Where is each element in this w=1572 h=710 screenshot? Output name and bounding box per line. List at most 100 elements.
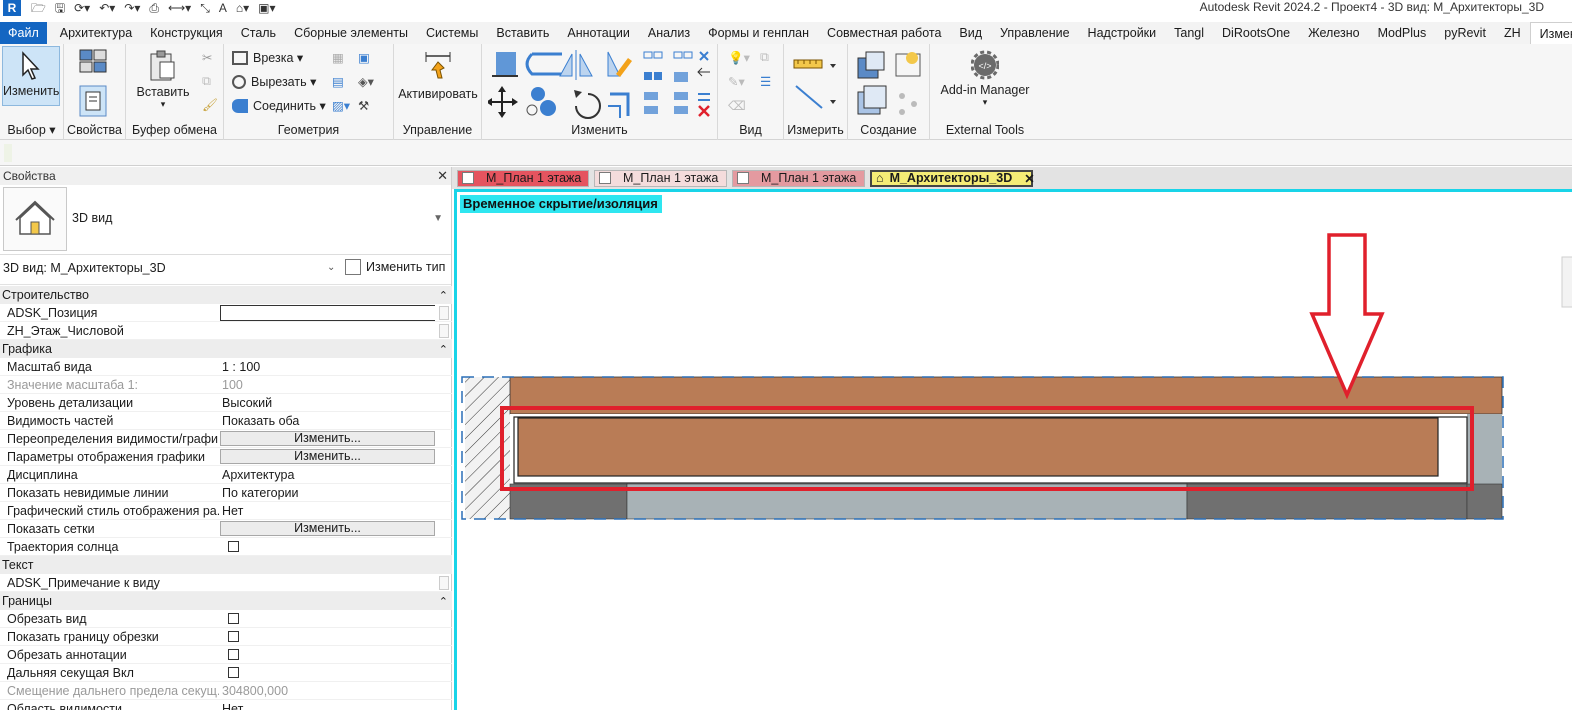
paste-button[interactable]: Вставить ▾ bbox=[132, 50, 194, 110]
measure-icon[interactable]: ⟷▾ bbox=[168, 1, 191, 15]
property-value[interactable]: Нет bbox=[219, 700, 435, 710]
select-panel-label[interactable]: Выбор ▾ bbox=[0, 122, 63, 137]
close-tab-icon[interactable]: ✕ bbox=[1024, 171, 1034, 186]
collapse-icon[interactable]: ⌃ bbox=[439, 289, 448, 302]
print-icon[interactable]: ⎙ bbox=[149, 1, 159, 15]
ribbon-tab[interactable]: Изменить bbox=[1529, 22, 1572, 44]
field-edit-handle[interactable] bbox=[439, 575, 449, 590]
property-section-header[interactable]: Текст bbox=[0, 556, 452, 574]
edit-button[interactable]: Изменить... bbox=[220, 520, 435, 536]
property-value[interactable]: По категории bbox=[219, 484, 435, 502]
ribbon-tab[interactable]: Вставить bbox=[487, 22, 558, 44]
instance-selector[interactable]: 3D вид: М_Архитекторы_3D bbox=[3, 261, 166, 275]
linework-icon[interactable]: ☰ bbox=[760, 74, 771, 89]
join-button[interactable]: Соединить ▾ bbox=[232, 98, 326, 113]
ribbon-tab[interactable]: Системы bbox=[417, 22, 487, 44]
ribbon-tab[interactable]: Надстройки bbox=[1079, 22, 1166, 44]
view-tab-plan-2[interactable]: М_План 1 этажа bbox=[594, 169, 727, 187]
property-section-header[interactable]: Графика ⌃ bbox=[0, 340, 452, 358]
ribbon-tab[interactable]: Вид bbox=[950, 22, 991, 44]
property-value[interactable]: Высокий bbox=[219, 394, 435, 412]
checkbox[interactable] bbox=[228, 631, 239, 642]
ribbon-tab[interactable]: Архитектура bbox=[51, 22, 141, 44]
copy-icon[interactable]: ⧉ bbox=[202, 74, 211, 89]
property-value[interactable] bbox=[219, 574, 435, 592]
split-face-icon[interactable]: ▣ bbox=[358, 50, 370, 65]
ribbon-tab[interactable]: ZH bbox=[1495, 22, 1530, 44]
match-properties-icon[interactable]: 🖌 bbox=[202, 98, 218, 113]
eraser-icon[interactable]: ⌫ bbox=[728, 98, 746, 113]
property-section-header[interactable]: Границы ⌃ bbox=[0, 592, 452, 610]
property-value[interactable]: 100 bbox=[219, 376, 435, 394]
create-icons[interactable] bbox=[854, 48, 926, 120]
ribbon-tab[interactable]: Аннотации bbox=[558, 22, 638, 44]
edit-type-button[interactable]: Изменить тип bbox=[345, 259, 445, 275]
checkbox[interactable] bbox=[228, 541, 239, 552]
collapse-icon[interactable]: ⌃ bbox=[439, 343, 448, 356]
property-value[interactable] bbox=[219, 322, 435, 340]
ribbon-tab[interactable]: Анализ bbox=[639, 22, 699, 44]
view-tab-plan-3[interactable]: М_План 1 этажа bbox=[732, 169, 865, 187]
field-edit-handle[interactable] bbox=[439, 323, 449, 338]
property-value[interactable]: Показать оба bbox=[219, 412, 435, 430]
view-tab-3d-active[interactable]: ⌂ М_Архитекторы_3D ✕ bbox=[870, 169, 1035, 187]
properties-icon[interactable] bbox=[76, 48, 112, 120]
hammer-icon[interactable]: ⚒ bbox=[358, 98, 369, 113]
modify-button[interactable]: Изменить bbox=[2, 46, 60, 106]
ribbon-tab[interactable]: ModPlus bbox=[1369, 22, 1436, 44]
folder-open-icon[interactable]: 🗁 bbox=[31, 1, 46, 15]
save-icon[interactable]: 🖫 bbox=[55, 1, 65, 15]
sync-icon[interactable]: ⟳▾ bbox=[74, 1, 90, 15]
ribbon-tab[interactable]: DiRootsOne bbox=[1213, 22, 1299, 44]
text-icon[interactable]: A bbox=[219, 1, 227, 15]
edit-button[interactable]: Изменить... bbox=[220, 430, 435, 446]
ribbon-tab[interactable]: Формы и генплан bbox=[699, 22, 818, 44]
property-value[interactable]: 304800,000 bbox=[219, 682, 435, 700]
switch-windows-icon[interactable]: ▣▾ bbox=[258, 1, 275, 15]
collapse-icon[interactable]: ⌃ bbox=[439, 595, 448, 608]
override-icon[interactable]: ⧉ bbox=[760, 50, 769, 65]
view-tab-plan-1[interactable]: М_План 1 этажа bbox=[457, 169, 589, 187]
remove-paint-icon[interactable]: ▨▾ bbox=[332, 98, 350, 113]
ribbon-tab[interactable]: Файл bbox=[0, 22, 47, 44]
ribbon-tab[interactable]: Конструкция bbox=[141, 22, 232, 44]
undo-icon[interactable]: ↶▾ bbox=[99, 1, 115, 15]
chevron-down-icon[interactable]: ▼ bbox=[433, 213, 443, 224]
type-selector[interactable]: 3D вид ▼ bbox=[0, 185, 451, 255]
cope-button[interactable]: Врезка ▾ bbox=[232, 50, 303, 65]
ribbon-tab[interactable]: Железно bbox=[1299, 22, 1368, 44]
drawing-canvas[interactable]: Временное скрытие/изоляция bbox=[454, 189, 1572, 710]
property-section-header[interactable]: Строительство ⌃ bbox=[0, 286, 452, 304]
ribbon-tab[interactable]: Tangl bbox=[1165, 22, 1213, 44]
checkbox[interactable] bbox=[228, 667, 239, 678]
revit-logo-button[interactable]: R bbox=[3, 0, 21, 16]
paint-brush-icon[interactable]: ✎▾ bbox=[728, 74, 745, 89]
property-value[interactable]: Архитектура bbox=[219, 466, 435, 484]
property-value[interactable]: 1 : 100 bbox=[219, 358, 435, 376]
ribbon-tab[interactable]: pyRevit bbox=[1435, 22, 1495, 44]
addin-manager-button[interactable]: </> Add-in Manager ▾ bbox=[934, 50, 1036, 108]
cut-icon[interactable]: ✂ bbox=[202, 50, 212, 65]
chevron-down-icon[interactable]: ⌄ bbox=[327, 262, 335, 273]
edit-button[interactable]: Изменить... bbox=[220, 448, 435, 464]
close-icon[interactable]: ✕ bbox=[437, 168, 448, 184]
options-bar-grip[interactable] bbox=[4, 144, 12, 162]
property-value[interactable]: Нет bbox=[219, 502, 435, 520]
home-icon[interactable]: ⌂▾ bbox=[236, 1, 249, 15]
ribbon-tab[interactable]: Управление bbox=[991, 22, 1079, 44]
activate-button[interactable]: Активировать bbox=[398, 48, 478, 101]
ribbon-tab[interactable]: Совместная работа bbox=[818, 22, 950, 44]
hide-icon[interactable]: 💡▾ bbox=[728, 50, 750, 66]
checkbox[interactable] bbox=[228, 613, 239, 624]
ribbon-tab[interactable]: Сборные элементы bbox=[285, 22, 417, 44]
redo-icon[interactable]: ↷▾ bbox=[124, 1, 140, 15]
cut-geometry-button[interactable]: Вырезать ▾ bbox=[232, 74, 316, 89]
demolish-icon[interactable]: ▤ bbox=[332, 74, 344, 89]
modify-tools-icons[interactable] bbox=[488, 46, 714, 120]
checkbox[interactable] bbox=[228, 649, 239, 660]
ribbon-tab[interactable]: Сталь bbox=[232, 22, 285, 44]
paint-icon[interactable]: ◈▾ bbox=[358, 74, 374, 89]
wall-joins-icon[interactable]: ▦ bbox=[332, 50, 344, 65]
measure-icons[interactable] bbox=[792, 52, 842, 112]
position-text-field[interactable] bbox=[220, 304, 435, 321]
